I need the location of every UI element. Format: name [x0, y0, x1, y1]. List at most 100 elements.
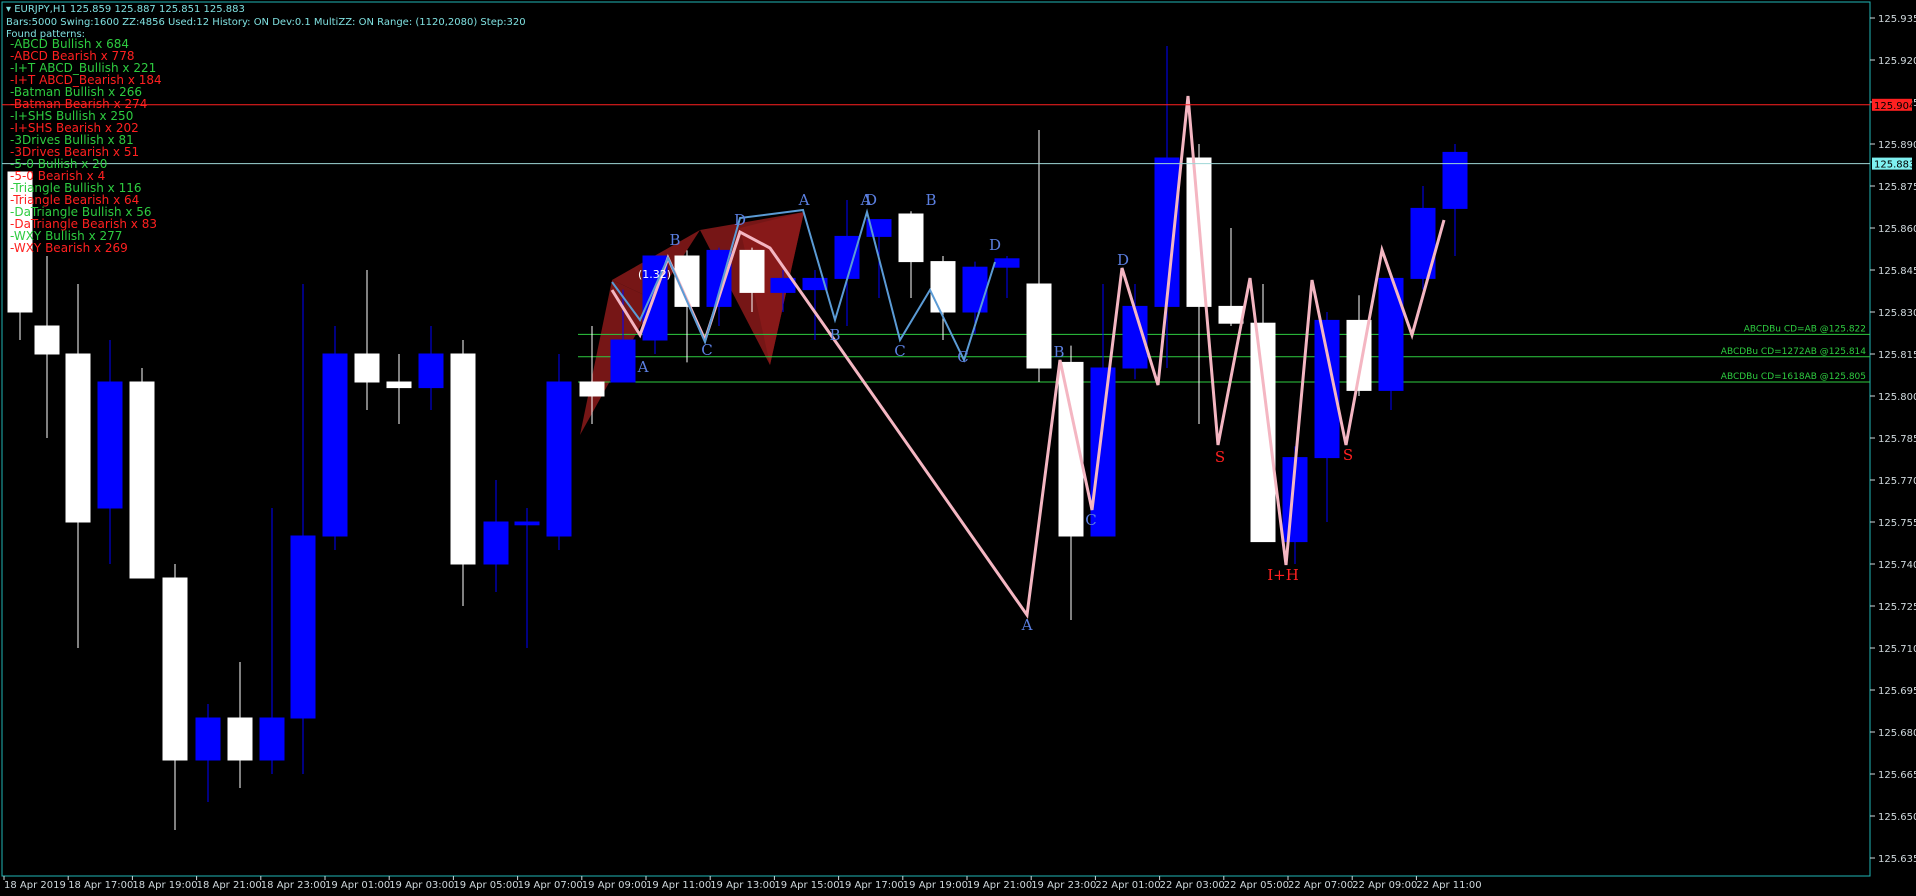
price-tick-label: 125.635 — [1878, 854, 1916, 865]
abcd-level-label: ABCDBu CD=1618AB @125.805 — [1721, 372, 1866, 382]
time-tick-label: 19 Apr 17:00 — [839, 880, 904, 891]
abcd-level-label: ABCDBu CD=AB @125.822 — [1744, 324, 1866, 334]
bullish-candle[interactable] — [195, 717, 221, 761]
price-tick-label: 125.890 — [1878, 140, 1916, 151]
price-tick-label: 125.755 — [1878, 518, 1916, 529]
red-price-marker-label: 125.904 — [1874, 101, 1915, 112]
time-tick-label: 22 Apr 09:00 — [1352, 880, 1417, 891]
pattern-point-label: S — [1343, 446, 1353, 464]
bullish-candle[interactable] — [962, 266, 988, 313]
pattern-point-label: C — [1085, 511, 1096, 529]
bearish-candle[interactable] — [34, 325, 60, 355]
price-tick-label: 125.875 — [1878, 182, 1916, 193]
time-tick-label: 18 Apr 2019 — [4, 880, 66, 891]
pattern-point-label: D — [989, 236, 1001, 254]
pattern-point-label: B — [925, 191, 936, 209]
bullish-candle[interactable] — [259, 717, 285, 761]
symbol-line: EURJPY,H1 125.859 125.887 125.851 125.88… — [14, 4, 245, 15]
time-tick-label: 18 Apr 19:00 — [132, 880, 197, 891]
bullish-candle[interactable] — [290, 535, 316, 719]
time-tick-label: 18 Apr 23:00 — [261, 880, 326, 891]
time-tick-label: 22 Apr 07:00 — [1288, 880, 1353, 891]
price-tick-label: 125.725 — [1878, 602, 1916, 613]
bullish-candle[interactable] — [418, 353, 444, 389]
bearish-candle[interactable] — [930, 261, 956, 313]
pattern-point-label: B — [669, 231, 680, 249]
collapse-triangle-icon[interactable]: ▾ — [6, 4, 11, 15]
price-tick-label: 125.770 — [1878, 476, 1916, 487]
time-tick-label: 19 Apr 03:00 — [389, 880, 454, 891]
pattern-point-label: S — [1215, 448, 1225, 466]
price-tick-label: 125.935 — [1878, 14, 1916, 25]
time-tick-label: 19 Apr 05:00 — [453, 880, 518, 891]
bearish-candle[interactable] — [386, 381, 412, 389]
bearish-candle[interactable] — [898, 213, 924, 263]
time-tick-label: 18 Apr 17:00 — [68, 880, 133, 891]
time-tick-label: 19 Apr 11:00 — [646, 880, 711, 891]
settings-line: Bars:5000 Swing:1600 ZZ:4856 Used:12 His… — [6, 17, 526, 28]
time-tick-label: 19 Apr 21:00 — [967, 880, 1032, 891]
bullish-candle[interactable] — [834, 235, 860, 279]
pattern-point-label: D — [1117, 251, 1129, 269]
price-tick-label: 125.650 — [1878, 812, 1916, 823]
price-tick-label: 125.920 — [1878, 56, 1916, 67]
time-tick-label: 22 Apr 03:00 — [1160, 880, 1225, 891]
header-symbol: ▾ EURJPY,H1 125.859 125.887 125.851 125.… — [6, 4, 245, 16]
time-tick-label: 19 Apr 23:00 — [1031, 880, 1096, 891]
pattern-fills — [580, 212, 804, 435]
pattern-point-label: D — [865, 191, 877, 209]
price-tick-label: 125.680 — [1878, 728, 1916, 739]
price-tick-label: 125.845 — [1878, 266, 1916, 277]
pattern-point-label: C — [701, 341, 712, 359]
time-tick-label: 22 Apr 01:00 — [1095, 880, 1160, 891]
bullish-candle[interactable] — [97, 381, 123, 509]
bearish-candle[interactable] — [739, 249, 765, 293]
bearish-candle[interactable] — [129, 381, 155, 579]
time-tick-label: 19 Apr 13:00 — [710, 880, 775, 891]
ratio-annotation: (1.32) — [638, 268, 671, 281]
price-tick-label: 125.815 — [1878, 350, 1916, 361]
bearish-candle[interactable] — [227, 717, 253, 761]
time-tick-label: 22 Apr 05:00 — [1224, 880, 1289, 891]
time-tick-label: 18 Apr 21:00 — [197, 880, 262, 891]
bullish-candle[interactable] — [1442, 151, 1468, 209]
time-tick-label: 19 Apr 19:00 — [903, 880, 968, 891]
time-tick-label: 19 Apr 09:00 — [582, 880, 647, 891]
price-chart[interactable]: ABCDABCDABCDA BCDS SI+H 125.935125.920125.… — [0, 0, 1916, 896]
pattern-point-label: B — [829, 326, 840, 344]
price-tick-label: 125.800 — [1878, 392, 1916, 403]
time-tick-label: 19 Apr 07:00 — [518, 880, 583, 891]
bearish-candle[interactable] — [450, 353, 476, 565]
pattern-point-label: C — [957, 348, 968, 366]
time-tick-label: 22 Apr 11:00 — [1416, 880, 1481, 891]
bearish-candle[interactable] — [1026, 283, 1052, 369]
level-labels: ABCDBu CD=AB @125.822 ABCDBu CD=1272AB @1… — [1721, 324, 1866, 382]
price-tick-label: 125.695 — [1878, 686, 1916, 697]
price-tick-label: 125.830 — [1878, 308, 1916, 319]
bullish-candle[interactable] — [322, 353, 348, 537]
pattern-point-label: C — [894, 342, 905, 360]
pattern-point-label: A — [1021, 616, 1033, 634]
bullish-candle[interactable] — [994, 258, 1020, 268]
price-tick-label: 125.740 — [1878, 560, 1916, 571]
time-tick-label: 19 Apr 15:00 — [774, 880, 839, 891]
pattern-point-label: B — [1053, 343, 1064, 361]
pattern-point-label: I+H — [1267, 566, 1299, 584]
current-price-marker-label: 125.883 — [1874, 160, 1915, 171]
bearish-candle[interactable] — [1250, 322, 1276, 543]
bearish-candle[interactable] — [65, 353, 91, 523]
bearish-candle[interactable] — [162, 577, 188, 761]
price-tick-label: 125.665 — [1878, 770, 1916, 781]
bullish-candle[interactable] — [514, 521, 540, 526]
pattern-point-label: D — [734, 211, 746, 229]
bullish-candle[interactable] — [546, 381, 572, 537]
price-tick-label: 125.785 — [1878, 434, 1916, 445]
pattern-point-label: A — [637, 358, 649, 376]
price-tick-label: 125.860 — [1878, 224, 1916, 235]
bullish-candle[interactable] — [483, 521, 509, 565]
bearish-candle[interactable] — [354, 353, 380, 383]
time-axis: 18 Apr 2019 18 Apr 17:0018 Apr 19:0018 Ap… — [3, 876, 1482, 891]
bearish-candle[interactable] — [1218, 305, 1244, 324]
bullish-candle[interactable] — [610, 339, 636, 383]
bearish-candle[interactable] — [579, 381, 605, 397]
